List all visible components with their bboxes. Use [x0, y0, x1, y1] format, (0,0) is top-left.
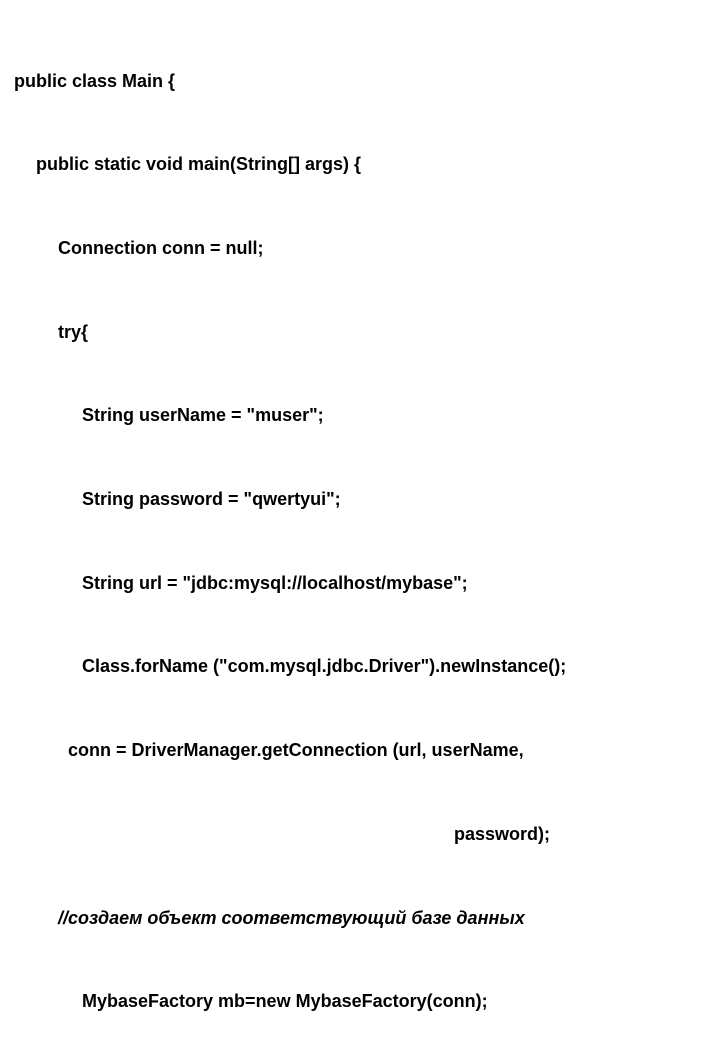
- code-block: public class Main { public static void m…: [14, 12, 706, 1044]
- code-line: password);: [454, 821, 706, 849]
- code-line: String userName = "muser";: [82, 402, 706, 430]
- code-line: String url = "jdbc:mysql://localhost/myb…: [82, 570, 706, 598]
- code-line: MybaseFactory mb=new MybaseFactory(conn)…: [82, 988, 706, 1016]
- code-line: public static void main(String[] args) {: [36, 151, 706, 179]
- code-line: public class Main {: [14, 68, 706, 96]
- code-line: Class.forName ("com.mysql.jdbc.Driver").…: [82, 653, 706, 681]
- code-line: conn = DriverManager.getConnection (url,…: [68, 737, 706, 765]
- code-line: Connection conn = null;: [58, 235, 706, 263]
- code-comment: //создаем объект соответствующий базе да…: [58, 905, 706, 933]
- code-line: String password = "qwertyui";: [82, 486, 706, 514]
- code-line: try{: [58, 319, 706, 347]
